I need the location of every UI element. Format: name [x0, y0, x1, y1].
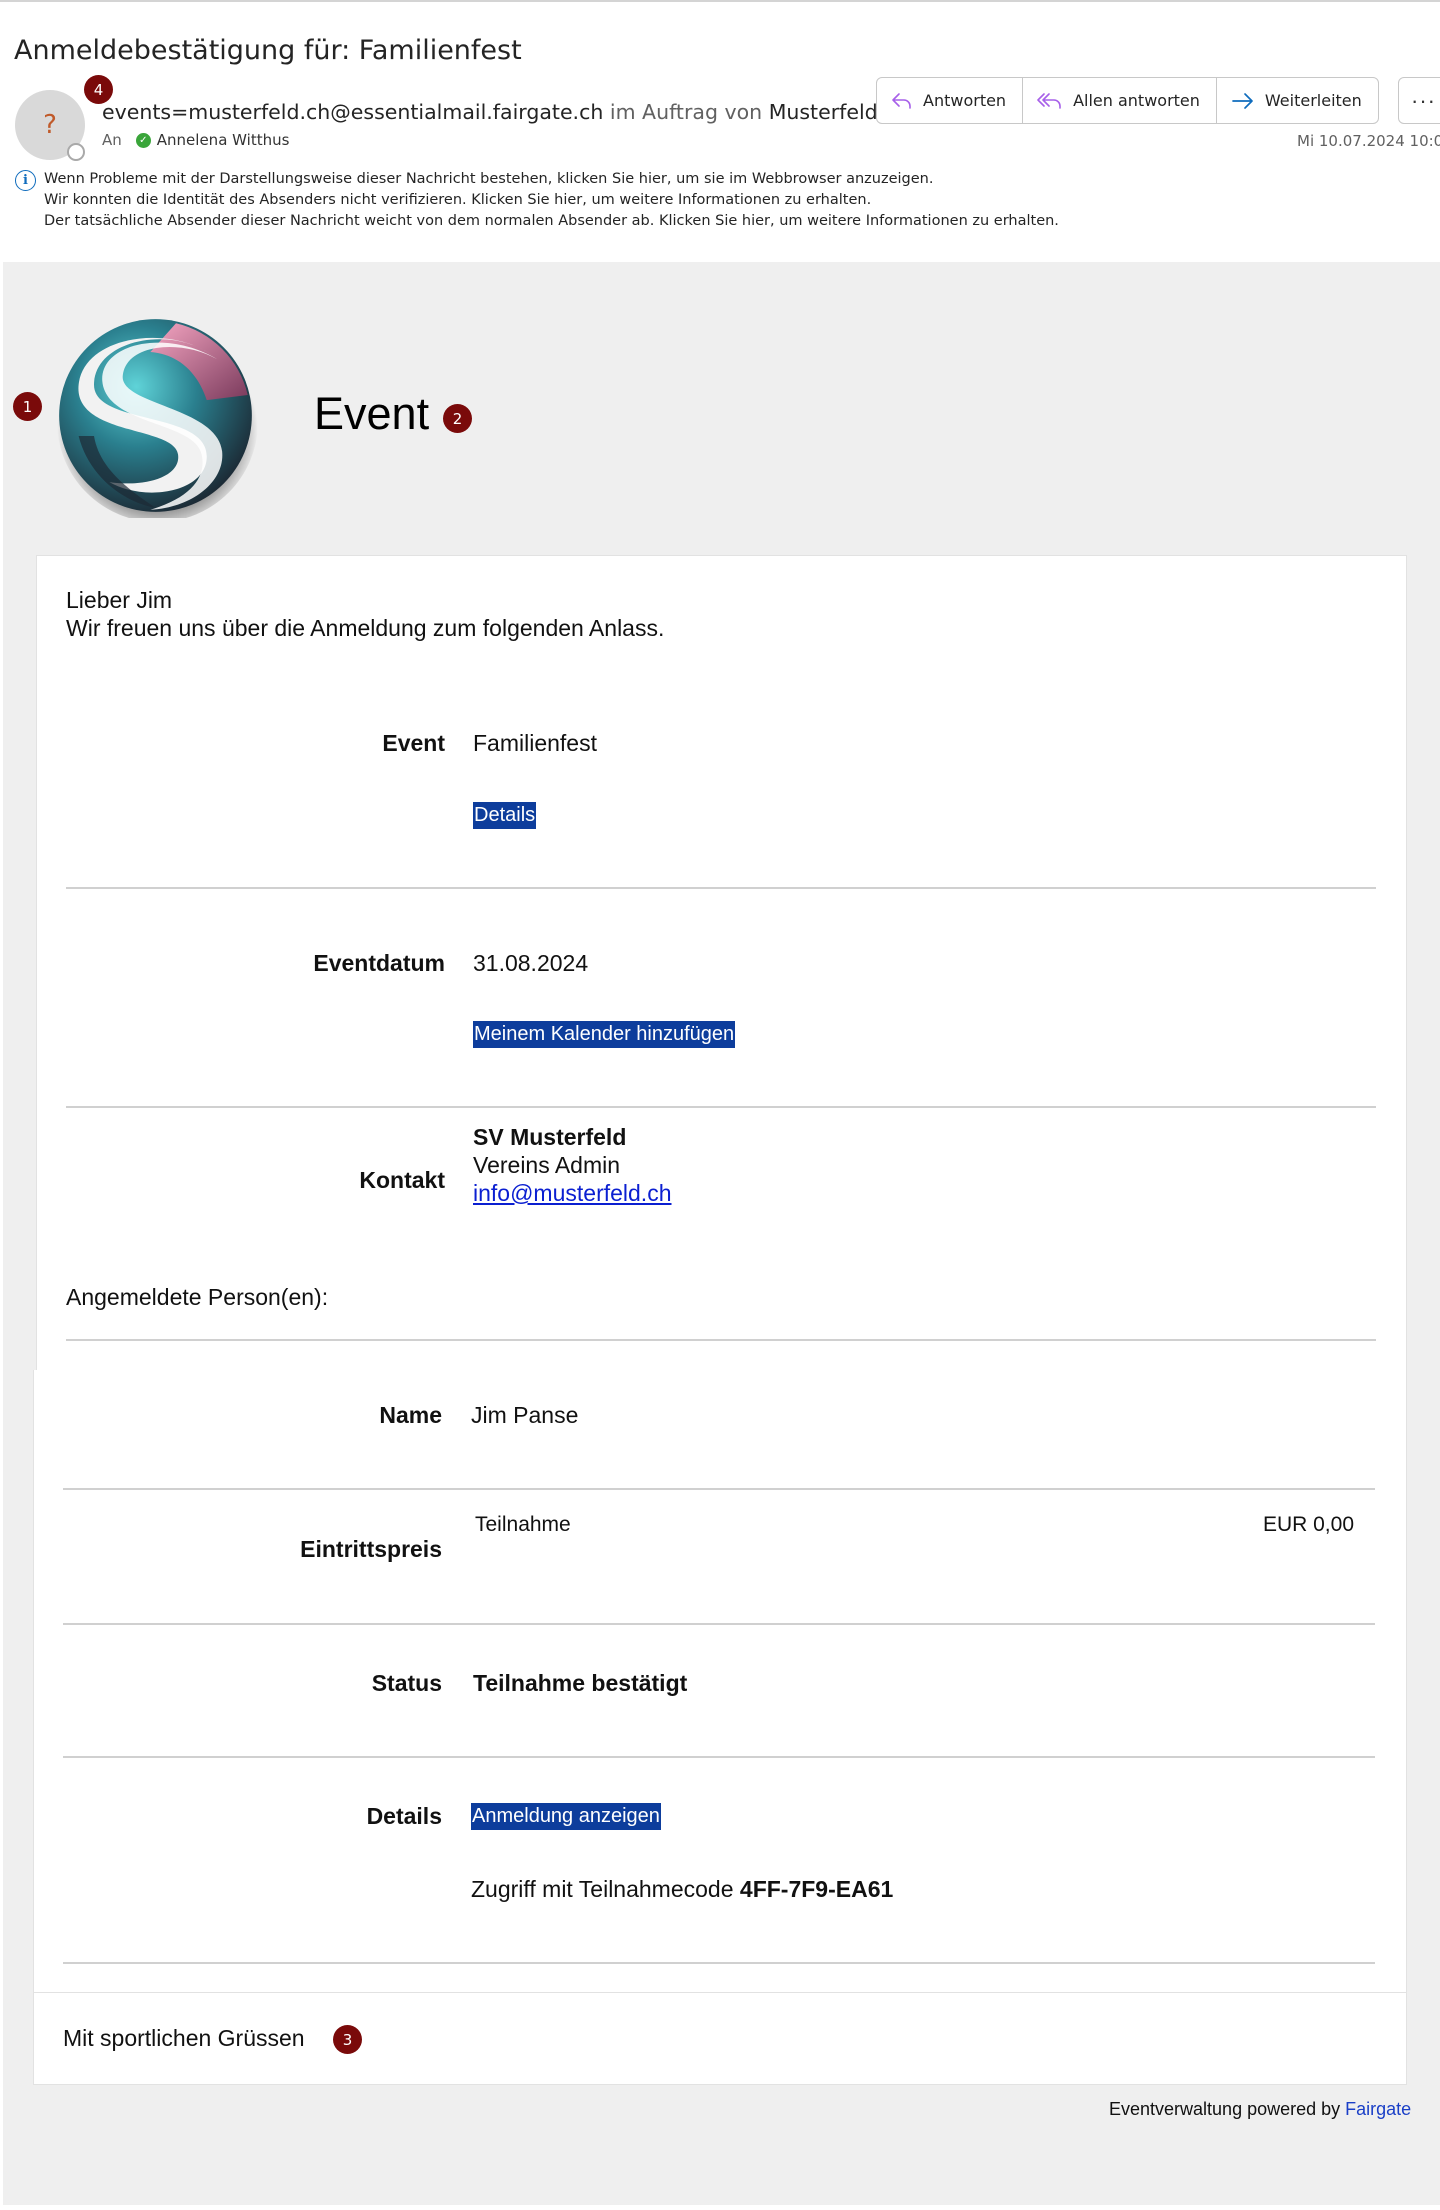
- person-name: Jim Panse: [471, 1402, 579, 1428]
- fairgate-link[interactable]: Fairgate: [1345, 2099, 1411, 2119]
- more-actions-button[interactable]: ···: [1398, 77, 1440, 124]
- event-card: [36, 555, 1407, 1370]
- contact-organisation: SV Musterfeld: [473, 1124, 627, 1150]
- access-code-line: Zugriff mit Teilnahmecode 4FF-7F9-EA61: [471, 1876, 893, 1903]
- reply-label: Antworten: [923, 91, 1007, 110]
- reply-all-icon: [1037, 92, 1061, 109]
- footer-text: Eventverwaltung powered by: [1109, 2099, 1341, 2119]
- add-to-calendar-button[interactable]: Meinem Kalender hinzufügen: [473, 1021, 736, 1048]
- fee-item: Teilnahme: [475, 1513, 571, 1536]
- more-icon: ···: [1411, 87, 1436, 113]
- verified-check-icon: ✓: [135, 132, 151, 148]
- divider: [63, 1962, 1375, 1964]
- divider: [63, 1756, 1375, 1758]
- notice-unverified-sender[interactable]: Wir konnten die Identität des Absenders …: [44, 190, 1059, 211]
- view-registration-button[interactable]: Anmeldung anzeigen: [471, 1803, 661, 1830]
- event-date-label: Eventdatum: [313, 950, 445, 976]
- divider: [66, 887, 1376, 889]
- presence-status-icon: [67, 143, 85, 161]
- on-behalf-text: im Auftrag von: [609, 100, 763, 124]
- mail-timestamp: Mi 10.07.2024 10:0: [1297, 132, 1440, 150]
- divider: [33, 1992, 1407, 1993]
- forward-label: Weiterleiten: [1264, 91, 1362, 110]
- event-heading: Event: [314, 388, 430, 439]
- top-border: [0, 0, 1440, 2]
- reply-icon: [892, 92, 911, 109]
- name-label: Name: [379, 1402, 442, 1428]
- recipient-line: An ✓ Annelena Witthus: [102, 131, 289, 149]
- reply-button[interactable]: Antworten: [877, 78, 1024, 123]
- notice-display-problem[interactable]: Wenn Probleme mit der Darstellungsweise …: [44, 169, 1059, 190]
- event-label: Event: [382, 730, 445, 756]
- contact-email-link[interactable]: info@musterfeld.ch: [473, 1180, 672, 1207]
- event-name: Familienfest: [473, 730, 597, 756]
- event-details-button[interactable]: Details: [473, 802, 537, 829]
- mail-actions: Antworten Allen antworten Weiterleiten: [876, 77, 1379, 124]
- details-label: Details: [366, 1803, 442, 1829]
- access-code: 4FF-7F9-EA61: [739, 1876, 894, 1902]
- event-date: 31.08.2024: [473, 950, 589, 976]
- annotation-marker-3: 3: [333, 2025, 362, 2054]
- greeting: Lieber Jim: [66, 587, 173, 613]
- status-label: Status: [371, 1670, 442, 1696]
- forward-button[interactable]: Weiterleiten: [1217, 78, 1378, 123]
- annotation-marker-2: 2: [443, 404, 472, 433]
- recipient-name[interactable]: Annelena Witthus: [157, 131, 290, 149]
- mail-subject: Anmeldebestätigung für: Familienfest: [14, 35, 522, 66]
- avatar-initial: ?: [43, 110, 57, 140]
- notice-different-sender[interactable]: Der tatsächliche Absender dieser Nachric…: [44, 211, 1059, 232]
- contact-role: Vereins Admin: [473, 1152, 621, 1178]
- intro-text: Wir freuen uns über die Anmeldung zum fo…: [66, 615, 665, 641]
- sender-line[interactable]: events=musterfeld.ch@essentialmail.fairg…: [102, 100, 878, 124]
- access-code-text: Zugriff mit Teilnahmecode: [471, 1876, 734, 1902]
- divider: [66, 1339, 1376, 1341]
- divider: [66, 1106, 1376, 1108]
- contact-label: Kontakt: [359, 1167, 445, 1193]
- closing-text: Mit sportlichen Grüssen: [63, 2025, 305, 2051]
- reply-all-label: Allen antworten: [1073, 91, 1200, 110]
- forward-arrow-icon: [1232, 92, 1253, 109]
- club-logo: [57, 319, 258, 518]
- info-icon: i: [15, 170, 36, 191]
- registration-card: [33, 1370, 1407, 2085]
- divider: [63, 1488, 1375, 1490]
- mail-notices: Wenn Probleme mit der Darstellungsweise …: [44, 169, 1059, 232]
- sender-name: Musterfeld: [768, 100, 878, 124]
- divider: [63, 1623, 1375, 1625]
- annotation-marker-1: 1: [13, 392, 42, 421]
- sender-address: events=musterfeld.ch@essentialmail.fairg…: [102, 100, 604, 124]
- registered-persons-heading: Angemeldete Person(en):: [66, 1284, 329, 1310]
- status-value: Teilnahme bestätigt: [473, 1670, 688, 1696]
- footer: Eventverwaltung powered by Fairgate: [1109, 2099, 1411, 2120]
- fee-label: Eintrittspreis: [300, 1536, 442, 1562]
- to-label: An: [102, 131, 122, 149]
- reply-all-button[interactable]: Allen antworten: [1023, 78, 1217, 123]
- fee-amount: EUR 0,00: [1262, 1513, 1354, 1536]
